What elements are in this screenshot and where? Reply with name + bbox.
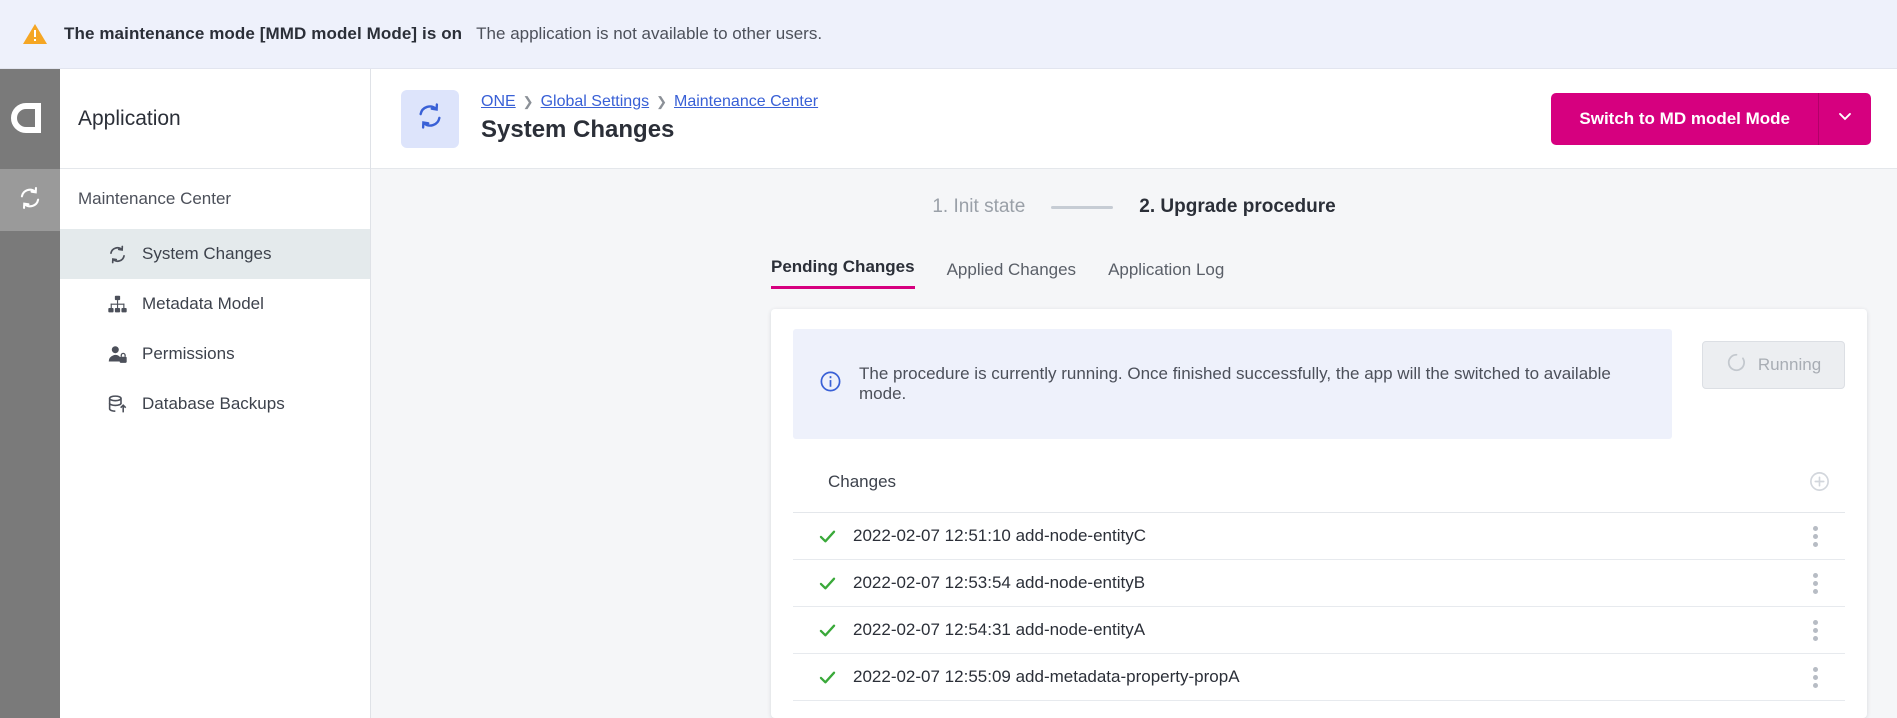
database-upload-icon bbox=[104, 394, 130, 415]
icon-rail bbox=[0, 69, 60, 718]
app-body: Application Maintenance Center System Ch… bbox=[0, 69, 1897, 718]
rail-filler bbox=[0, 231, 60, 718]
kebab-menu-icon[interactable] bbox=[1793, 667, 1837, 688]
sidebar-item-permissions[interactable]: Permissions bbox=[60, 329, 370, 379]
maintenance-mode-banner: The maintenance mode [MMD model Mode] is… bbox=[0, 0, 1897, 69]
sidebar-item-label: Permissions bbox=[142, 344, 235, 364]
tab-pending-changes[interactable]: Pending Changes bbox=[771, 257, 915, 289]
kebab-menu-icon[interactable] bbox=[1793, 526, 1837, 547]
step-init-state[interactable]: 1. Init state bbox=[932, 196, 1025, 218]
chevron-right-icon: ❯ bbox=[656, 94, 667, 110]
switch-to-md-model-mode-button[interactable]: Switch to MD model Mode bbox=[1551, 93, 1819, 145]
changes-column-header: Changes bbox=[828, 472, 896, 492]
sync-icon bbox=[104, 244, 130, 265]
banner-title: The maintenance mode [MMD model Mode] is… bbox=[64, 24, 462, 44]
check-icon bbox=[801, 667, 853, 688]
table-row[interactable]: 2022-02-07 12:54:31 add-node-entityA bbox=[793, 607, 1845, 654]
table-row[interactable]: 2022-02-07 12:55:09 add-metadata-propert… bbox=[793, 654, 1845, 701]
notice-text: The procedure is currently running. Once… bbox=[859, 364, 1646, 404]
sidebar-item-label: System Changes bbox=[142, 244, 271, 264]
content-card-wrapper: The procedure is currently running. Once… bbox=[371, 289, 1897, 718]
step-upgrade-procedure[interactable]: 2. Upgrade procedure bbox=[1139, 196, 1335, 218]
pending-changes-card: The procedure is currently running. Once… bbox=[771, 309, 1867, 718]
tab-application-log[interactable]: Application Log bbox=[1108, 260, 1224, 289]
breadcrumb-item-one[interactable]: ONE bbox=[481, 93, 516, 111]
page-title: System Changes bbox=[481, 116, 818, 144]
spinner-icon bbox=[1726, 352, 1747, 378]
procedure-running-notice: The procedure is currently running. Once… bbox=[793, 329, 1672, 439]
plus-circle-icon[interactable] bbox=[1801, 470, 1837, 493]
breadcrumb-item-global-settings[interactable]: Global Settings bbox=[541, 93, 650, 111]
switch-mode-split-button: Switch to MD model Mode bbox=[1551, 93, 1871, 145]
table-row[interactable]: 2022-02-07 12:53:54 add-node-entityB bbox=[793, 560, 1845, 607]
header-titles: ONE ❯ Global Settings ❯ Maintenance Cent… bbox=[481, 93, 818, 144]
sidebar-app-title: Application bbox=[60, 69, 370, 169]
procedure-stepper: 1. Init state 2. Upgrade procedure bbox=[371, 169, 1897, 245]
changes-table-header: Changes bbox=[793, 451, 1845, 513]
sync-icon bbox=[17, 185, 43, 216]
kebab-menu-icon[interactable] bbox=[1793, 573, 1837, 594]
breadcrumb-item-maintenance-center[interactable]: Maintenance Center bbox=[674, 93, 818, 111]
change-entry-label: 2022-02-07 12:55:09 add-metadata-propert… bbox=[853, 667, 1240, 687]
running-button: Running bbox=[1702, 341, 1845, 389]
hierarchy-icon bbox=[104, 294, 130, 315]
sidebar-item-label: Database Backups bbox=[142, 394, 285, 414]
sync-icon bbox=[415, 101, 445, 136]
main-content: ONE ❯ Global Settings ❯ Maintenance Cent… bbox=[371, 69, 1897, 718]
banner-subtitle: The application is not available to othe… bbox=[476, 24, 822, 44]
step-connector-line bbox=[1051, 206, 1113, 209]
sidebar: Application Maintenance Center System Ch… bbox=[60, 69, 371, 718]
notice-row: The procedure is currently running. Once… bbox=[793, 329, 1845, 439]
application-window: The maintenance mode [MMD model Mode] is… bbox=[0, 0, 1897, 718]
change-entry-label: 2022-02-07 12:54:31 add-node-entityA bbox=[853, 620, 1145, 640]
check-icon bbox=[801, 620, 853, 641]
tab-applied-changes[interactable]: Applied Changes bbox=[947, 260, 1076, 289]
chevron-down-icon bbox=[1835, 106, 1855, 131]
check-icon bbox=[801, 526, 853, 547]
table-row[interactable]: 2022-02-07 12:51:10 add-node-entityC bbox=[793, 513, 1845, 560]
change-entry-label: 2022-02-07 12:51:10 add-node-entityC bbox=[853, 526, 1146, 546]
running-button-label: Running bbox=[1758, 355, 1821, 375]
sidebar-item-database-backups[interactable]: Database Backups bbox=[60, 379, 370, 429]
kebab-menu-icon[interactable] bbox=[1793, 620, 1837, 641]
check-icon bbox=[801, 573, 853, 594]
change-entry-label: 2022-02-07 12:53:54 add-node-entityB bbox=[853, 573, 1145, 593]
page-header: ONE ❯ Global Settings ❯ Maintenance Cent… bbox=[371, 69, 1897, 169]
card-inner: The procedure is currently running. Once… bbox=[771, 309, 1867, 701]
switch-mode-dropdown-toggle[interactable] bbox=[1819, 93, 1871, 145]
breadcrumb: ONE ❯ Global Settings ❯ Maintenance Cent… bbox=[481, 93, 818, 111]
chevron-right-icon: ❯ bbox=[523, 94, 534, 110]
sidebar-item-system-changes[interactable]: System Changes bbox=[60, 229, 370, 279]
sidebar-item-metadata-model[interactable]: Metadata Model bbox=[60, 279, 370, 329]
rail-item-maintenance-center[interactable] bbox=[0, 169, 60, 231]
a-logo[interactable] bbox=[0, 69, 60, 169]
sidebar-item-label: Metadata Model bbox=[142, 294, 264, 314]
info-circle-icon bbox=[819, 370, 842, 398]
sidebar-section-title: Maintenance Center bbox=[60, 169, 370, 229]
person-lock-icon bbox=[104, 344, 130, 365]
warning-triangle-icon bbox=[20, 19, 50, 49]
page-icon bbox=[401, 90, 459, 148]
tab-bar: Pending Changes Applied Changes Applicat… bbox=[371, 245, 1897, 289]
